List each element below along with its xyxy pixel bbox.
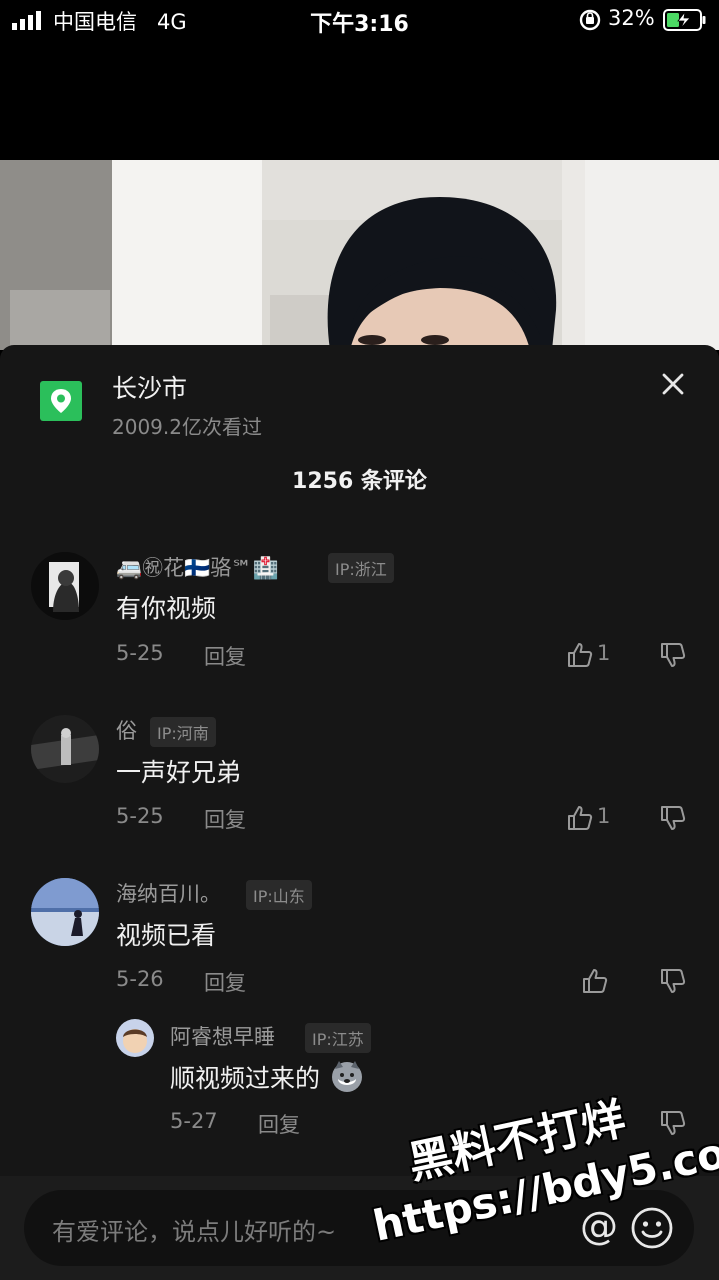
comment-username[interactable]: 海纳百川。	[116, 878, 221, 908]
battery-charging-icon	[663, 9, 706, 31]
reply-button[interactable]: 回复	[204, 641, 246, 671]
comment-text: 有你视频	[116, 594, 217, 623]
thumbs-up-icon[interactable]	[566, 641, 594, 669]
mention-button[interactable]: @	[580, 1206, 618, 1246]
like-count: 1	[597, 641, 611, 665]
comment-text: 顺视频过来的	[170, 1059, 364, 1095]
reply-button[interactable]: 回复	[204, 967, 246, 997]
like-count: 1	[597, 804, 611, 828]
thumbs-down-icon[interactable]	[659, 967, 687, 995]
comment-username[interactable]: 俗	[116, 715, 137, 745]
comment-input-placeholder: 有爱评论，说点儿好听的~	[52, 1218, 337, 1246]
ip-badge: IP:河南	[150, 717, 216, 747]
reply-button[interactable]: 回复	[258, 1109, 300, 1139]
comment-date: 5-25	[116, 804, 164, 828]
reply-button[interactable]: 回复	[204, 804, 246, 834]
thumbs-down-icon[interactable]	[659, 1109, 687, 1137]
comment-input-bar: 有爱评论，说点儿好听的~ @	[0, 1176, 719, 1280]
comment-text: 视频已看	[116, 921, 217, 950]
map-pin-icon[interactable]	[40, 381, 82, 421]
comment-username[interactable]: 阿睿想早睡	[170, 1021, 275, 1051]
comment-username[interactable]: 🚐㊗花🇫🇮骆℠🏥	[116, 552, 279, 582]
avatar[interactable]	[31, 715, 99, 783]
comment-date: 5-27	[170, 1109, 218, 1133]
comment-count: 1256 条评论	[292, 469, 427, 494]
status-bar: 中国电信 4G 下午3:16 32%	[0, 0, 719, 40]
close-icon[interactable]	[656, 367, 690, 401]
ip-badge: IP:山东	[246, 880, 312, 910]
comments-sheet: 长沙市 2009.2亿次看过 1256 条评论 🚐㊗花🇫🇮骆℠🏥 IP:浙江 有…	[0, 345, 719, 1280]
video-frame-image	[0, 160, 719, 350]
ip-badge: IP:江苏	[305, 1023, 371, 1053]
orientation-lock-icon	[579, 9, 601, 31]
comment-date: 5-26	[116, 967, 164, 991]
comment-text: 一声好兄弟	[116, 758, 242, 787]
thumbs-down-icon[interactable]	[659, 804, 687, 832]
location-title[interactable]: 长沙市	[112, 369, 187, 405]
comment-input[interactable]: 有爱评论，说点儿好听的~ @	[24, 1190, 694, 1266]
ip-badge: IP:浙江	[328, 553, 394, 583]
thumbs-down-icon[interactable]	[659, 641, 687, 669]
avatar[interactable]	[31, 878, 99, 946]
comment-date: 5-25	[116, 641, 164, 665]
smiley-icon[interactable]	[630, 1206, 674, 1250]
thumbs-up-icon[interactable]	[581, 967, 609, 995]
avatar[interactable]	[31, 552, 99, 620]
video-preview[interactable]	[0, 160, 719, 350]
husky-emoji-icon	[331, 1061, 362, 1092]
avatar[interactable]	[116, 1019, 154, 1057]
thumbs-up-icon[interactable]	[566, 804, 594, 832]
location-views: 2009.2亿次看过	[112, 415, 262, 439]
battery-percent: 32%	[608, 6, 655, 30]
